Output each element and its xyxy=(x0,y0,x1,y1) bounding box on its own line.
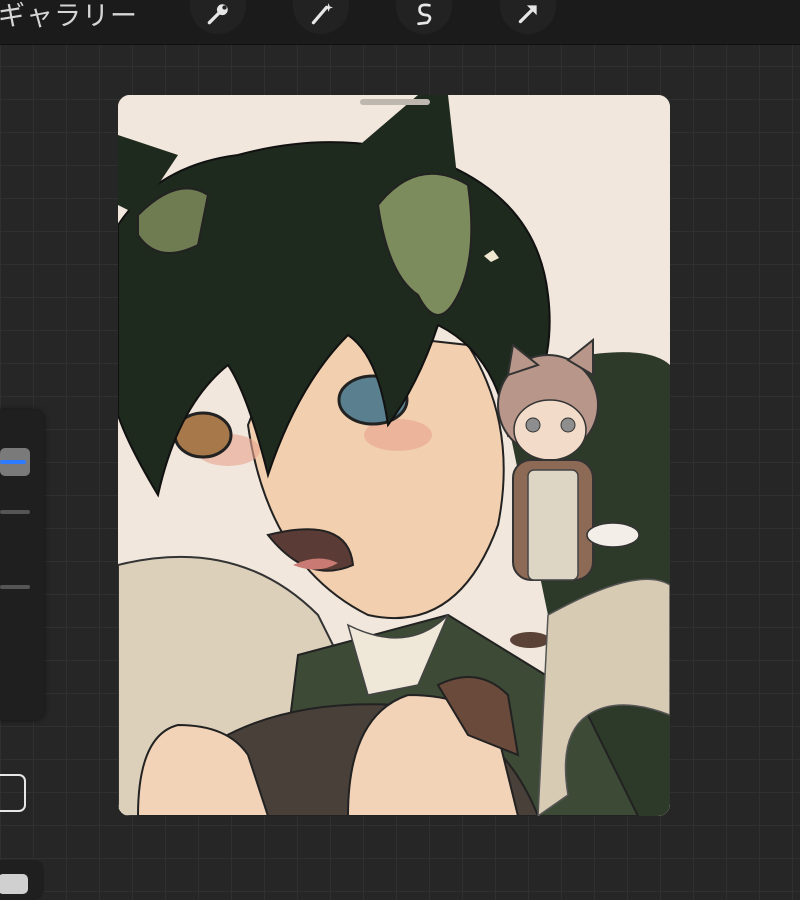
selection-button[interactable] xyxy=(396,0,452,34)
modify-button[interactable] xyxy=(0,774,26,812)
canvas-handle[interactable] xyxy=(360,99,430,105)
brush-size-slider-thumb[interactable] xyxy=(0,448,30,476)
artwork-illustration xyxy=(118,95,670,816)
selection-s-icon xyxy=(417,3,432,26)
brush-sidebar xyxy=(0,410,44,720)
brush-size-fill xyxy=(0,460,26,464)
transform-button[interactable] xyxy=(500,0,556,34)
wrench-icon xyxy=(207,4,228,25)
opacity-slider[interactable] xyxy=(0,585,30,589)
magic-wand-icon xyxy=(311,3,333,25)
undo-button[interactable] xyxy=(0,874,28,894)
brush-size-slider[interactable] xyxy=(0,510,30,514)
adjustments-button[interactable] xyxy=(293,0,349,34)
actions-button[interactable] xyxy=(190,0,246,34)
transform-arrow-icon xyxy=(518,5,537,24)
artwork-canvas[interactable] xyxy=(118,95,670,816)
gallery-button[interactable]: ギャラリー xyxy=(0,0,138,33)
lower-sidebar xyxy=(0,860,44,900)
top-toolbar: ギャラリー xyxy=(0,0,800,45)
